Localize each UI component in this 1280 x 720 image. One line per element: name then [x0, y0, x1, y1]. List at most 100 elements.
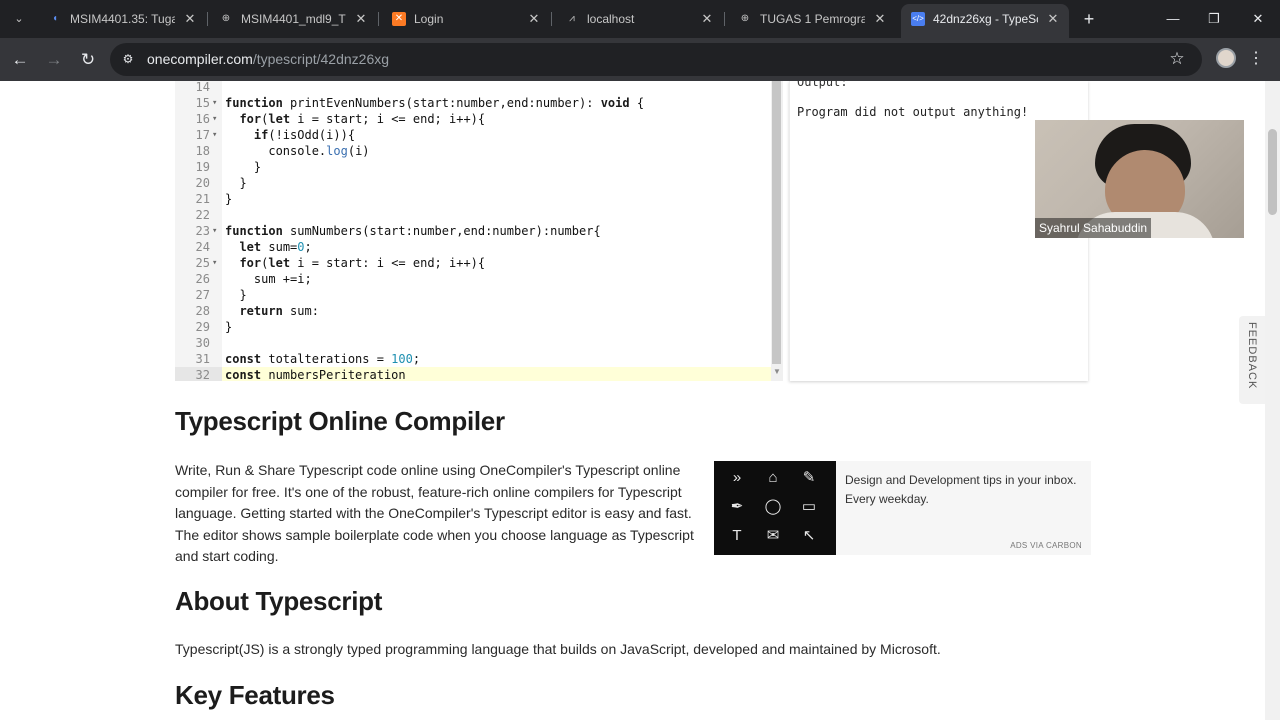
site-info-icon[interactable]: ⚙: [120, 51, 136, 67]
ad-image[interactable]: » ⌂ ✎ ✒ ◯ ▭ T ✉ ↖: [714, 461, 836, 555]
ad-via-label[interactable]: ADS VIA CARBON: [1010, 541, 1082, 550]
code-text[interactable]: function sumNumbers(start:number,end:num…: [225, 223, 601, 239]
close-tab-icon[interactable]: ✕: [872, 4, 888, 34]
close-tab-icon[interactable]: ✕: [1045, 4, 1061, 34]
fold-arrow-icon[interactable]: ▾: [212, 255, 222, 271]
code-text[interactable]: return sum:: [225, 303, 318, 319]
code-line[interactable]: 20 }: [175, 175, 772, 191]
tab-msim-tugas[interactable]: ◖ MSIM4401.35: Tugas ✕: [38, 4, 206, 34]
compiler-title: Typescript Online Compiler: [175, 406, 505, 436]
code-line[interactable]: 19 }: [175, 159, 772, 175]
code-text[interactable]: console.log(i): [225, 143, 369, 159]
code-text[interactable]: }: [225, 287, 246, 303]
code-text[interactable]: sum +=i;: [225, 271, 312, 287]
address-bar[interactable]: ⚙ onecompiler.com/typescript/42dnz26xg ☆: [110, 43, 1202, 76]
code-line[interactable]: 30: [175, 335, 772, 351]
ad-text[interactable]: Design and Development tips in your inbo…: [845, 471, 1080, 509]
code-line[interactable]: 14: [175, 81, 772, 95]
line-number: 24: [195, 240, 210, 254]
line-number: 17: [195, 128, 210, 142]
line-number: 32: [175, 367, 222, 381]
webcam-overlay: Syahrul Sahabuddin: [1035, 120, 1244, 238]
url-text[interactable]: onecompiler.com/typescript/42dnz26xg: [147, 43, 389, 76]
code-line[interactable]: 26 sum +=i;: [175, 271, 772, 287]
close-tab-icon[interactable]: ✕: [182, 4, 198, 34]
close-tab-icon[interactable]: ✕: [526, 4, 542, 34]
code-line[interactable]: 22: [175, 207, 772, 223]
code-text[interactable]: let sum=0;: [225, 239, 311, 255]
page-scrollbar[interactable]: [1265, 81, 1280, 720]
line-number: 23: [195, 224, 210, 238]
code-text[interactable]: }: [225, 175, 246, 191]
restore-icon[interactable]: ❐: [1199, 8, 1229, 30]
text-tool-icon: T: [732, 527, 742, 544]
code-text[interactable]: function printEvenNumbers(start:number,e…: [225, 95, 644, 111]
pen-add-icon: ✎: [802, 469, 816, 486]
code-line[interactable]: 21}: [175, 191, 772, 207]
code-line[interactable]: 31 const totalterations = 100;: [175, 351, 772, 367]
code-text[interactable]: for(let i = start: i <= end; i++){: [225, 255, 485, 271]
back-icon[interactable]: ←: [8, 48, 32, 72]
localhost-icon: ⩘: [569, 13, 575, 24]
editor-scroll-thumb[interactable]: [772, 81, 781, 364]
tab-msim-mdl9[interactable]: ⊕ MSIM4401_mdl9_Tug ✕: [209, 4, 377, 34]
carbon-ad[interactable]: » ⌂ ✎ ✒ ◯ ▭ T ✉ ↖ Design and Development…: [714, 461, 1091, 555]
webcam-name: Syahrul Sahabuddin: [1035, 218, 1152, 238]
code-line[interactable]: 32 const numbersPeriteration: [175, 367, 772, 381]
feedback-tab[interactable]: FEEDBACK: [1239, 316, 1267, 404]
code-text[interactable]: }: [225, 159, 261, 175]
pointer-icon: ↖: [802, 527, 816, 544]
line-number: 19: [195, 160, 210, 174]
line-number: 28: [195, 304, 210, 318]
code-line[interactable]: 25 ▾ for(let i = start: i <= end; i++){: [175, 255, 772, 271]
menu-dots-icon[interactable]: ⋮: [1248, 47, 1264, 71]
profile-avatar[interactable]: [1216, 48, 1236, 68]
close-tab-icon[interactable]: ✕: [353, 4, 369, 34]
about-paragraph: Typescript(JS) is a strongly typed progr…: [175, 641, 941, 657]
tab-localhost[interactable]: ⩘ localhost ✕: [555, 4, 723, 34]
scroll-down-icon[interactable]: ▼: [772, 366, 782, 378]
fold-arrow-icon[interactable]: ▾: [212, 127, 222, 143]
code-line[interactable]: 18 console.log(i): [175, 143, 772, 159]
chevrons-icon: »: [732, 469, 742, 486]
code-line[interactable]: 15 ▾ function printEvenNumbers(start:numbe…: [175, 95, 772, 111]
code-text[interactable]: }: [225, 191, 232, 207]
editor-scrollbar[interactable]: ▼: [771, 81, 783, 381]
code-line[interactable]: 28 return sum:: [175, 303, 772, 319]
pen-icon: ✒: [730, 498, 744, 515]
bookmark-star-icon[interactable]: ☆: [1166, 48, 1188, 70]
code-line[interactable]: 29}: [175, 319, 772, 335]
key-features-title: Key Features: [175, 680, 335, 710]
code-text[interactable]: if(!isOdd(i)){: [225, 127, 355, 143]
code-text[interactable]: const totalterations = 100;: [225, 351, 420, 367]
line-number: 15: [195, 96, 210, 110]
code-line[interactable]: 24 let sum=0;: [175, 239, 772, 255]
tab-search-icon[interactable]: ⌄: [6, 7, 32, 31]
code-editor[interactable]: 14 15 ▾ function printEvenNumbers(start:num…: [175, 81, 783, 381]
code-line[interactable]: 17 ▾ if(!isOdd(i)){: [175, 127, 772, 143]
fold-arrow-icon[interactable]: ▾: [212, 95, 222, 111]
code-text[interactable]: const numbersPeriteration: [225, 367, 406, 381]
code-line[interactable]: 23 ▾ function sumNumbers(start:number,end:…: [175, 223, 772, 239]
output-text: Program did not output anything!: [797, 105, 1029, 119]
reload-icon[interactable]: ↻: [76, 48, 100, 72]
minimize-icon[interactable]: —: [1158, 8, 1188, 30]
code-line[interactable]: 27 }: [175, 287, 772, 303]
code-text[interactable]: for(let i = start; i <= end; i++){: [225, 111, 485, 127]
code-line[interactable]: 16 ▾ for(let i = start; i <= end; i++){: [175, 111, 772, 127]
close-tab-icon[interactable]: ✕: [699, 4, 715, 34]
code-text[interactable]: }: [225, 319, 232, 335]
forward-icon[interactable]: →: [42, 48, 66, 72]
line-number: 21: [195, 192, 210, 206]
new-tab-button[interactable]: +: [1078, 8, 1100, 30]
xampp-icon: ✕: [392, 12, 406, 26]
fold-arrow-icon[interactable]: ▾: [212, 223, 222, 239]
tab-active-onecompiler[interactable]: </> 42dnz26xg - TypeScri ✕: [901, 4, 1069, 38]
tab-login[interactable]: ✕ Login ✕: [382, 4, 550, 34]
tab-tugas-pemrograman[interactable]: ⊕ TUGAS 1 Pemrogram ✕: [728, 4, 896, 34]
line-number: 30: [195, 336, 210, 350]
line-number: 25: [195, 256, 210, 270]
window-close-icon[interactable]: ✕: [1243, 8, 1273, 30]
page-scroll-thumb[interactable]: [1268, 129, 1277, 215]
fold-arrow-icon[interactable]: ▾: [212, 111, 222, 127]
